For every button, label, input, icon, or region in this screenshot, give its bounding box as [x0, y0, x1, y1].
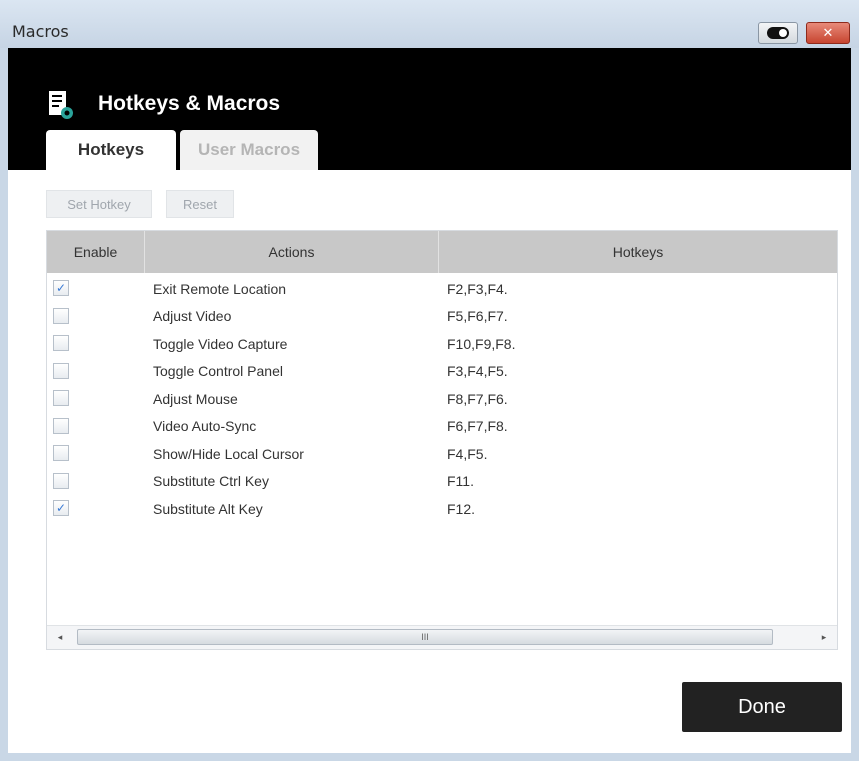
hotkeys-macros-icon — [49, 91, 73, 119]
close-icon: ✕ — [822, 25, 834, 40]
action-cell: Substitute Alt Key — [153, 500, 263, 517]
enable-checkbox[interactable] — [53, 445, 69, 461]
toggle-button[interactable] — [758, 22, 798, 44]
enable-cell — [47, 358, 145, 386]
scroll-grip-icon: III — [421, 632, 429, 642]
tab-user-macros[interactable]: User Macros — [180, 130, 318, 170]
table-row[interactable]: Toggle Video Capture F10,F9,F8. — [47, 330, 837, 358]
enable-checkbox[interactable] — [53, 362, 69, 379]
enable-cell — [47, 330, 145, 358]
enable-cell — [47, 413, 145, 441]
action-cell: Adjust Video — [153, 308, 232, 325]
column-header-hotkeys[interactable]: Hotkeys — [439, 231, 837, 273]
enable-checkbox[interactable]: ✓ — [53, 500, 69, 516]
done-button[interactable]: Done — [682, 682, 842, 732]
enable-cell — [47, 303, 145, 331]
set-hotkey-button[interactable]: Set Hotkey — [46, 190, 152, 218]
action-cell: Adjust Mouse — [153, 390, 238, 407]
action-cell: Substitute Ctrl Key — [153, 473, 269, 490]
table-row[interactable]: ✓ Exit Remote Location F2,F3,F4. — [47, 275, 837, 303]
table-row[interactable]: Video Auto-Sync F6,F7,F8. — [47, 413, 837, 441]
table-row[interactable]: Show/Hide Local Cursor F4,F5. — [47, 440, 837, 468]
enable-checkbox[interactable] — [53, 390, 69, 406]
action-cell: Exit Remote Location — [153, 280, 287, 297]
enable-checkbox[interactable] — [53, 417, 69, 434]
table-row[interactable]: ✓ Substitute Alt Key F12. — [47, 495, 837, 523]
action-cell: Video Auto-Sync — [153, 418, 257, 435]
enable-cell: ✓ — [47, 275, 145, 303]
close-button[interactable]: ✕ — [806, 22, 850, 44]
table-row[interactable]: Substitute Ctrl Key F11. — [47, 468, 837, 496]
hotkey-cell: F10,F9,F8. — [447, 335, 516, 352]
hotkeys-table: Enable Actions Hotkeys ✓ Exit Remote Loca… — [46, 230, 838, 650]
horizontal-scrollbar[interactable]: ◂ III ▸ — [47, 625, 837, 649]
tab-hotkeys[interactable]: Hotkeys — [46, 130, 176, 170]
scroll-left-icon[interactable]: ◂ — [53, 630, 67, 644]
title-bar[interactable]: Macros ✕ — [0, 0, 859, 48]
enable-checkbox[interactable]: ✓ — [53, 280, 69, 296]
enable-checkbox[interactable] — [53, 472, 69, 489]
action-cell: Toggle Control Panel — [153, 363, 283, 380]
checkmark-icon: ✓ — [55, 501, 67, 515]
hotkey-cell: F2,F3,F4. — [447, 280, 508, 297]
checkmark-icon: ✓ — [55, 281, 67, 295]
page-title: Hotkeys & Macros — [98, 92, 281, 115]
enable-cell — [47, 440, 145, 468]
table-header: Enable Actions Hotkeys — [47, 231, 837, 273]
enable-cell: ✓ — [47, 495, 145, 523]
hotkey-cell: F6,F7,F8. — [447, 418, 508, 435]
table-row[interactable]: Adjust Video F5,F6,F7. — [47, 303, 837, 331]
table-row[interactable]: Toggle Control Panel F3,F4,F5. — [47, 358, 837, 386]
hotkey-cell: F8,F7,F6. — [447, 390, 508, 407]
hotkey-cell: F12. — [447, 500, 476, 517]
hotkey-cell: F5,F6,F7. — [447, 308, 508, 325]
enable-cell — [47, 468, 145, 496]
scroll-right-icon[interactable]: ▸ — [817, 630, 831, 644]
enable-checkbox[interactable] — [53, 307, 69, 324]
action-cell: Show/Hide Local Cursor — [153, 445, 304, 462]
table-body: ✓ Exit Remote Location F2,F3,F4. Adjust Vid… — [47, 275, 837, 523]
action-cell: Toggle Video Capture — [153, 335, 288, 352]
enable-checkbox[interactable] — [53, 335, 69, 351]
content-area: Set Hotkey Reset Enable Actions Hotkeys … — [8, 170, 851, 753]
reset-button[interactable]: Reset — [166, 190, 234, 218]
window-title: Macros — [12, 22, 69, 41]
column-header-actions[interactable]: Actions — [145, 231, 439, 273]
hotkey-cell: F11. — [447, 473, 474, 490]
toggle-icon — [767, 27, 789, 39]
column-header-enable[interactable]: Enable — [47, 231, 145, 273]
enable-cell — [47, 385, 145, 413]
scroll-thumb[interactable]: III — [77, 629, 773, 645]
table-row[interactable]: Adjust Mouse F8,F7,F6. — [47, 385, 837, 413]
hotkey-cell: F3,F4,F5. — [447, 363, 508, 380]
hotkey-cell: F4,F5. — [447, 445, 488, 462]
header-panel: Hotkeys & Macros Hotkeys User Macros — [8, 48, 851, 170]
